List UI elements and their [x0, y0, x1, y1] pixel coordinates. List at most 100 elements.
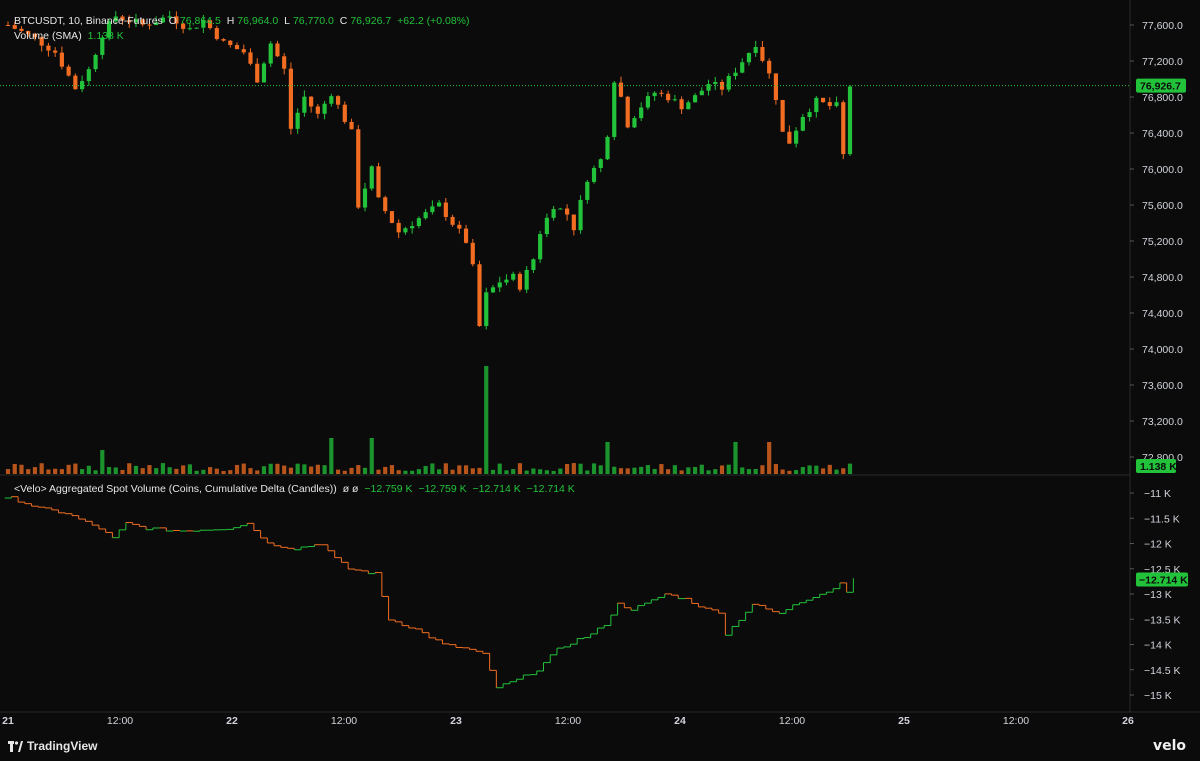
- time-tick-label: 21: [2, 715, 14, 727]
- volume-bar: [403, 470, 408, 474]
- volume-bar: [585, 470, 590, 474]
- indicator-value-open: −12.759 K: [364, 483, 413, 495]
- price-tick-label: 75,600.0: [1142, 200, 1183, 212]
- volume-bar: [234, 464, 240, 474]
- volume-bar: [591, 463, 597, 474]
- volume-bar: [39, 463, 44, 474]
- volume-bar: [726, 464, 731, 474]
- candle-body: [760, 47, 765, 61]
- volume-bar: [504, 470, 509, 474]
- symbol-title[interactable]: BTCUSDT, 10, Binance-Futures: [14, 15, 163, 27]
- volume-bar: [827, 464, 832, 474]
- candle-body: [544, 217, 549, 235]
- candle-body: [356, 129, 361, 208]
- volume-bar: [106, 467, 112, 474]
- volume-bar: [632, 467, 637, 474]
- volume-bar: [531, 468, 536, 474]
- volume-bar: [652, 468, 657, 474]
- volume-bar: [100, 450, 105, 474]
- delta-tick-label: −14 K: [1144, 640, 1172, 652]
- indicator-value-close: −12.714 K: [526, 483, 575, 495]
- candle-body: [652, 92, 657, 97]
- price-tick-label: 73,200.0: [1142, 416, 1183, 428]
- volume-bar: [484, 366, 489, 474]
- volume-bar: [450, 469, 455, 474]
- candle-body: [261, 63, 267, 83]
- volume-legend[interactable]: Volume (SMA) 1.138 K: [14, 30, 127, 42]
- volume-bar: [767, 442, 772, 474]
- indicator-legend[interactable]: <Velo> Aggregated Spot Volume (Coins, Cu…: [14, 483, 578, 495]
- candle-body: [699, 90, 704, 96]
- volume-bar: [416, 469, 421, 474]
- time-tick-label: 12:00: [331, 715, 357, 727]
- volume-bar: [524, 470, 529, 474]
- candle-body: [497, 282, 502, 288]
- volume-bar: [187, 464, 192, 474]
- candle-body: [820, 97, 826, 103]
- price-tick-label: 76,000.0: [1142, 164, 1183, 176]
- candle-body: [410, 226, 415, 229]
- candle-body: [383, 197, 388, 212]
- volume-bar: [396, 470, 401, 474]
- volume-bar: [410, 470, 415, 474]
- candle-body: [214, 28, 219, 40]
- candle-body: [362, 188, 368, 208]
- volume-bar: [288, 467, 294, 474]
- candle-body: [672, 99, 677, 101]
- candle-body: [66, 66, 71, 76]
- volume-bar: [713, 469, 718, 474]
- symbol-legend[interactable]: BTCUSDT, 10, Binance-Futures O 76,864.5 H…: [14, 15, 473, 27]
- volume-bar: [733, 442, 738, 474]
- volume-bar: [201, 469, 206, 474]
- volume-bar: [625, 468, 630, 474]
- delta-last-badge-label: −12.714 K: [1139, 575, 1188, 587]
- volume-bar: [59, 469, 64, 474]
- candle-body: [376, 166, 381, 198]
- tradingview-logo[interactable]: TradingView: [8, 739, 97, 753]
- volume-bar: [645, 465, 651, 474]
- volume-bar: [551, 470, 556, 474]
- volume-bar: [578, 463, 583, 474]
- volume-bar: [389, 465, 395, 474]
- candle-body: [268, 43, 273, 64]
- volume-bar: [154, 468, 159, 474]
- volume-bar: [302, 464, 307, 474]
- volume-bar: [86, 465, 91, 474]
- candle-body: [450, 216, 455, 225]
- volume-bar: [834, 469, 839, 474]
- volume-bar: [490, 469, 496, 474]
- candle-body: [834, 102, 839, 106]
- chart-canvas[interactable]: 77,600.0 77,200.0 76,800.0 76,400.0 76,000.0…: [0, 0, 1200, 761]
- time-tick-label: 12:00: [107, 715, 133, 727]
- candle-body: [632, 118, 637, 128]
- delta-tick-label: −14.5 K: [1144, 665, 1181, 677]
- volume-bar: [659, 464, 664, 474]
- tradingview-icon: [8, 740, 23, 752]
- candle-body: [713, 81, 718, 85]
- volume-bar: [699, 464, 704, 474]
- candle-body: [295, 112, 300, 129]
- volume-bar: [477, 467, 482, 474]
- indicator-symbols: ø ø: [342, 483, 359, 495]
- candle-body: [484, 292, 489, 327]
- candle-body: [726, 76, 731, 90]
- candle-body: [5, 25, 11, 26]
- volume-label[interactable]: Volume (SMA): [14, 30, 82, 42]
- close-label: C: [339, 15, 348, 27]
- volume-bar: [160, 463, 166, 474]
- candle-body: [511, 273, 516, 280]
- candle-body: [80, 81, 85, 90]
- volume-bar: [329, 438, 334, 474]
- candle-body: [349, 121, 354, 130]
- open-value: 76,864.5: [179, 15, 221, 27]
- candle-body: [309, 96, 314, 107]
- delta-tick-label: −11 K: [1144, 488, 1171, 500]
- volume-bar: [221, 470, 226, 474]
- candle-body: [282, 56, 287, 69]
- candle-body: [625, 96, 630, 128]
- candle-body: [86, 69, 91, 82]
- indicator-label[interactable]: <Velo> Aggregated Spot Volume (Coins, Cu…: [14, 483, 337, 495]
- volume-bar: [140, 468, 145, 474]
- volume-bar: [342, 470, 347, 474]
- candle-body: [551, 209, 556, 218]
